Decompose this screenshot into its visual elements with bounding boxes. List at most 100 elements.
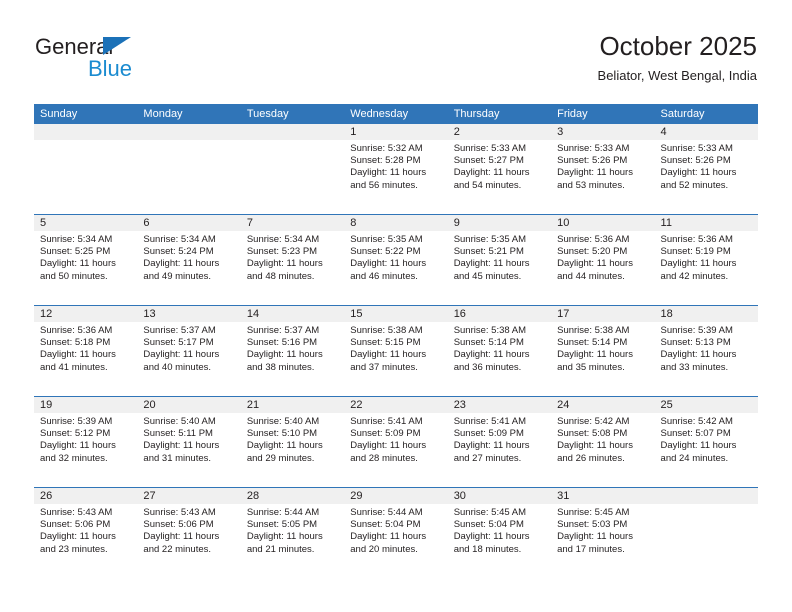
day-cell[interactable]: 16 Sunrise: 5:38 AM Sunset: 5:14 PM Dayligh… xyxy=(448,306,551,396)
day-number: 15 xyxy=(350,308,363,320)
sunrise-text: Sunrise: 5:43 AM xyxy=(40,507,113,518)
day-cell[interactable]: 21 Sunrise: 5:40 AM Sunset: 5:10 PM Dayligh… xyxy=(241,397,344,487)
daylight-text-line2: and 38 minutes. xyxy=(246,361,315,373)
day-number: 7 xyxy=(246,217,253,229)
daylight-text-line1: Daylight: 11 hours xyxy=(660,440,737,452)
day-cell[interactable]: 8 Sunrise: 5:35 AM Sunset: 5:22 PM Daylight… xyxy=(344,215,447,305)
day-cell[interactable]: 31 Sunrise: 5:45 AM Sunset: 5:03 PM Dayligh… xyxy=(551,488,654,578)
weekday-header-friday: Friday xyxy=(557,108,588,120)
sunset-text: Sunset: 5:06 PM xyxy=(40,519,111,531)
day-cell[interactable]: 6 Sunrise: 5:34 AM Sunset: 5:24 PM Daylight… xyxy=(137,215,240,305)
day-number: 11 xyxy=(660,217,672,229)
sunset-text: Sunset: 5:18 PM xyxy=(40,337,111,349)
daylight-text-line1: Daylight: 11 hours xyxy=(557,531,633,543)
calendar-week-row: 26 Sunrise: 5:43 AM Sunset: 5:06 PM Dayligh… xyxy=(34,487,758,578)
day-number: 25 xyxy=(660,399,673,411)
daylight-text-line1: Daylight: 11 hours xyxy=(350,440,427,452)
day-number: 21 xyxy=(246,399,260,411)
daylight-text-line1: Daylight: 11 hours xyxy=(350,531,427,543)
sunset-text: Sunset: 5:04 PM xyxy=(350,519,421,531)
day-sun-info: Sunrise: 5:45 AM Sunset: 5:04 PM Daylight:… xyxy=(454,507,548,556)
day-number: 22 xyxy=(350,399,363,411)
sunset-text: Sunset: 5:08 PM xyxy=(557,428,628,440)
sunrise-text: Sunrise: 5:33 AM xyxy=(453,143,527,154)
daylight-text-line2: and 17 minutes. xyxy=(557,543,625,555)
calendar-weeks: 1 Sunrise: 5:32 AM Sunset: 5:28 PM Daylight… xyxy=(34,124,758,578)
day-cell-empty xyxy=(241,124,344,214)
sunrise-text: Sunrise: 5:33 AM xyxy=(660,143,733,154)
daylight-text-line1: Daylight: 11 hours xyxy=(557,167,633,179)
day-number: 24 xyxy=(557,399,570,411)
sunset-text: Sunset: 5:09 PM xyxy=(350,428,421,440)
daylight-text-line1: Daylight: 11 hours xyxy=(453,349,530,361)
daylight-text-line2: and 27 minutes. xyxy=(453,452,522,464)
sunrise-text: Sunrise: 5:38 AM xyxy=(350,325,423,336)
day-cell[interactable]: 2 Sunrise: 5:33 AM Sunset: 5:27 PM Daylight… xyxy=(448,124,551,214)
blue-triangle-icon xyxy=(103,37,131,55)
sunrise-text: Sunrise: 5:33 AM xyxy=(557,143,630,154)
calendar-week-row: 19 Sunrise: 5:39 AM Sunset: 5:12 PM Dayligh… xyxy=(34,396,758,487)
day-cell[interactable]: 1 Sunrise: 5:32 AM Sunset: 5:28 PM Daylight… xyxy=(344,124,447,214)
day-cell[interactable]: 5 Sunrise: 5:34 AM Sunset: 5:25 PM Daylight… xyxy=(34,215,137,305)
sunset-text: Sunset: 5:21 PM xyxy=(453,246,524,258)
week-cells: 26 Sunrise: 5:43 AM Sunset: 5:06 PM Dayligh… xyxy=(34,488,758,578)
day-number: 31 xyxy=(557,490,570,502)
day-sun-info: Sunrise: 5:43 AM Sunset: 5:06 PM Daylight:… xyxy=(143,507,237,556)
day-sun-info: Sunrise: 5:45 AM Sunset: 5:03 PM Daylight:… xyxy=(557,507,651,556)
day-cell[interactable]: 15 Sunrise: 5:38 AM Sunset: 5:15 PM Dayligh… xyxy=(344,306,447,396)
day-cell[interactable]: 29 Sunrise: 5:44 AM Sunset: 5:04 PM Dayligh… xyxy=(344,488,447,578)
day-cell[interactable]: 26 Sunrise: 5:43 AM Sunset: 5:06 PM Dayligh… xyxy=(34,488,137,578)
sunrise-text: Sunrise: 5:36 AM xyxy=(660,234,733,245)
sunrise-text: Sunrise: 5:32 AM xyxy=(350,143,423,154)
day-cell[interactable]: 12 Sunrise: 5:36 AM Sunset: 5:18 PM Dayligh… xyxy=(34,306,137,396)
day-cell[interactable]: 23 Sunrise: 5:41 AM Sunset: 5:09 PM Dayligh… xyxy=(448,397,551,487)
day-cell[interactable]: 24 Sunrise: 5:42 AM Sunset: 5:08 PM Dayligh… xyxy=(551,397,654,487)
day-cell[interactable]: 17 Sunrise: 5:38 AM Sunset: 5:14 PM Dayligh… xyxy=(551,306,654,396)
sunrise-text: Sunrise: 5:34 AM xyxy=(246,234,320,245)
day-number: 12 xyxy=(40,308,53,320)
day-number: 16 xyxy=(453,308,466,320)
week-cells: 12 Sunrise: 5:36 AM Sunset: 5:18 PM Dayligh… xyxy=(34,306,758,396)
day-cell[interactable]: 30 Sunrise: 5:45 AM Sunset: 5:04 PM Dayligh… xyxy=(448,488,551,578)
day-cell[interactable]: 25 Sunrise: 5:42 AM Sunset: 5:07 PM Dayligh… xyxy=(655,397,758,487)
daylight-text-line2: and 28 minutes. xyxy=(350,452,418,464)
sunset-text: Sunset: 5:27 PM xyxy=(453,155,524,167)
sunset-text: Sunset: 5:20 PM xyxy=(557,246,628,258)
day-cell[interactable]: 10 Sunrise: 5:36 AM Sunset: 5:20 PM Dayligh… xyxy=(551,215,654,305)
weekday-header-sunday: Sunday xyxy=(40,108,78,120)
weekday-header-wednesday: Wednesday xyxy=(350,108,409,120)
day-cell[interactable]: 14 Sunrise: 5:37 AM Sunset: 5:16 PM Dayligh… xyxy=(241,306,344,396)
day-cell[interactable]: 7 Sunrise: 5:34 AM Sunset: 5:23 PM Daylight… xyxy=(241,215,344,305)
calendar-week-row: 12 Sunrise: 5:36 AM Sunset: 5:18 PM Dayligh… xyxy=(34,305,758,396)
weekday-header-thursday: Thursday xyxy=(453,108,500,120)
daylight-text-line2: and 54 minutes. xyxy=(453,179,522,191)
day-cell[interactable]: 13 Sunrise: 5:37 AM Sunset: 5:17 PM Dayligh… xyxy=(137,306,240,396)
daylight-text-line1: Daylight: 11 hours xyxy=(660,167,737,179)
day-cell[interactable]: 18 Sunrise: 5:39 AM Sunset: 5:13 PM Dayligh… xyxy=(655,306,758,396)
day-cell[interactable]: 20 Sunrise: 5:40 AM Sunset: 5:11 PM Dayligh… xyxy=(137,397,240,487)
day-cell[interactable]: 28 Sunrise: 5:44 AM Sunset: 5:05 PM Dayligh… xyxy=(241,488,344,578)
day-cell[interactable]: 3 Sunrise: 5:33 AM Sunset: 5:26 PM Daylight… xyxy=(551,124,654,214)
day-number: 5 xyxy=(40,217,47,229)
day-cell-empty xyxy=(655,488,758,578)
sunset-text: Sunset: 5:17 PM xyxy=(143,337,214,349)
day-cell[interactable]: 19 Sunrise: 5:39 AM Sunset: 5:12 PM Dayligh… xyxy=(34,397,137,487)
sunset-text: Sunset: 5:26 PM xyxy=(660,155,731,167)
day-cell[interactable]: 9 Sunrise: 5:35 AM Sunset: 5:21 PM Daylight… xyxy=(448,215,551,305)
day-cell[interactable]: 11 Sunrise: 5:36 AM Sunset: 5:19 PM Dayligh… xyxy=(655,215,758,305)
day-cell[interactable]: 22 Sunrise: 5:41 AM Sunset: 5:09 PM Dayligh… xyxy=(344,397,447,487)
day-cell[interactable]: 27 Sunrise: 5:43 AM Sunset: 5:06 PM Dayligh… xyxy=(137,488,240,578)
day-number: 29 xyxy=(350,490,363,502)
daylight-text-line2: and 21 minutes. xyxy=(246,543,315,555)
day-sun-info: Sunrise: 5:34 AM Sunset: 5:24 PM Daylight:… xyxy=(143,234,237,283)
daylight-text-line1: Daylight: 11 hours xyxy=(557,349,633,361)
day-cell[interactable]: 4 Sunrise: 5:33 AM Sunset: 5:26 PM Daylight… xyxy=(655,124,758,214)
day-sun-info: Sunrise: 5:44 AM Sunset: 5:04 PM Daylight:… xyxy=(350,507,444,556)
day-number xyxy=(247,124,341,140)
daylight-text-line2: and 52 minutes. xyxy=(660,179,729,191)
day-number: 13 xyxy=(143,308,156,320)
sunset-text: Sunset: 5:03 PM xyxy=(557,519,628,531)
daylight-text-line2: and 36 minutes. xyxy=(453,361,522,373)
day-number: 3 xyxy=(557,126,564,138)
general-blue-logo[interactable]: General Blue xyxy=(35,34,235,86)
